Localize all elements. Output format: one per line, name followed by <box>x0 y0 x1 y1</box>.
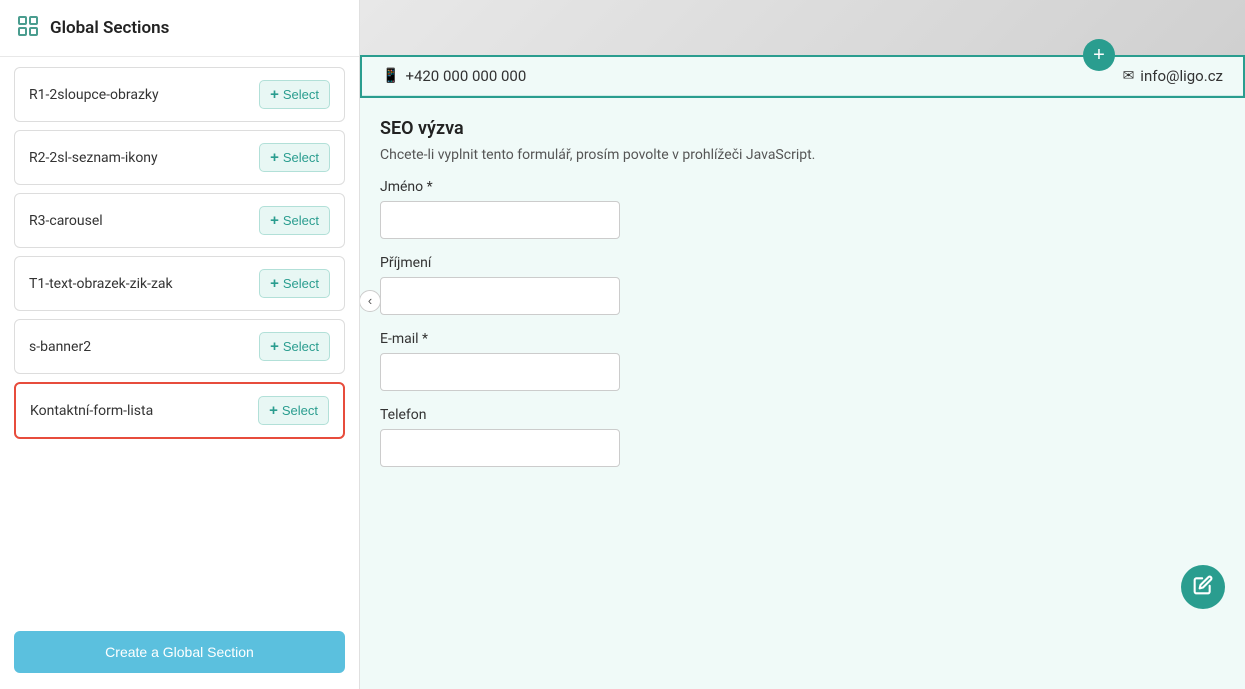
sidebar-item-name: R1-2sloupce-obrazky <box>29 87 159 103</box>
sidebar-item-banner[interactable]: s-banner2 + Select <box>14 319 345 374</box>
label-telefon: Telefon <box>380 407 1225 423</box>
collapse-icon: ‹ <box>368 293 372 308</box>
edit-icon <box>1193 575 1213 600</box>
sidebar-item-t1[interactable]: T1-text-obrazek-zik-zak + Select <box>14 256 345 311</box>
create-global-section-button[interactable]: Create a Global Section <box>14 631 345 673</box>
plus-icon: + <box>269 402 278 419</box>
sidebar-item-r2[interactable]: R2-2sl-seznam-ikony + Select <box>14 130 345 185</box>
input-jmeno[interactable] <box>380 201 620 239</box>
label-prijmeni: Příjmení <box>380 255 1225 271</box>
plus-icon: + <box>270 86 279 103</box>
phone-contact: 📱 +420 000 000 000 <box>382 67 526 85</box>
phone-number: +420 000 000 000 <box>405 67 526 85</box>
select-label: Select <box>283 87 319 102</box>
plus-icon: + <box>270 275 279 292</box>
add-icon: + <box>1093 44 1105 67</box>
field-prijmeni: Příjmení <box>380 255 1225 315</box>
input-email[interactable] <box>380 353 620 391</box>
add-section-button[interactable]: + <box>1083 39 1115 71</box>
main-content: + 📱 +420 000 000 000 ✉ info@ligo.cz ‹ SE… <box>360 0 1245 689</box>
field-email: E-mail * <box>380 331 1225 391</box>
sidebar-item-r1[interactable]: R1-2sloupce-obrazky + Select <box>14 67 345 122</box>
sidebar-item-name: s-banner2 <box>29 339 91 355</box>
select-button-r3[interactable]: + Select <box>259 206 330 235</box>
sidebar-item-r3[interactable]: R3-carousel + Select <box>14 193 345 248</box>
form-section: SEO výzva Chcete-li vyplnit tento formul… <box>360 98 1245 503</box>
phone-icon: 📱 <box>382 68 399 84</box>
input-prijmeni[interactable] <box>380 277 620 315</box>
select-button-banner[interactable]: + Select <box>259 332 330 361</box>
select-label: Select <box>283 150 319 165</box>
plus-icon: + <box>270 338 279 355</box>
field-telefon: Telefon <box>380 407 1225 467</box>
form-section-title: SEO výzva <box>380 118 1225 139</box>
plus-icon: + <box>270 149 279 166</box>
select-button-t1[interactable]: + Select <box>259 269 330 298</box>
email-address: info@ligo.cz <box>1140 67 1223 85</box>
select-label: Select <box>283 339 319 354</box>
sidebar: Global Sections R1-2sloupce-obrazky + Se… <box>0 0 360 689</box>
select-button-r1[interactable]: + Select <box>259 80 330 109</box>
email-icon: ✉ <box>1123 68 1135 84</box>
form-note: Chcete-li vyplnit tento formulář, prosím… <box>380 147 1225 163</box>
sidebar-item-name: T1-text-obrazek-zik-zak <box>29 276 173 292</box>
sidebar-item-name: R3-carousel <box>29 213 103 229</box>
edit-fab-button[interactable] <box>1181 565 1225 609</box>
sidebar-list: R1-2sloupce-obrazky + Select R2-2sl-sezn… <box>0 57 359 621</box>
plus-icon: + <box>270 212 279 229</box>
select-button-kontaktni[interactable]: + Select <box>258 396 329 425</box>
sidebar-title: Global Sections <box>50 18 169 38</box>
select-label: Select <box>283 213 319 228</box>
select-label: Select <box>283 276 319 291</box>
sidebar-header: Global Sections <box>0 0 359 57</box>
email-contact: ✉ info@ligo.cz <box>1123 67 1223 85</box>
grid-icon <box>16 14 40 42</box>
sidebar-item-name: R2-2sl-seznam-ikony <box>29 150 158 166</box>
input-telefon[interactable] <box>380 429 620 467</box>
label-email: E-mail * <box>380 331 1225 347</box>
sidebar-item-kontaktni[interactable]: Kontaktní-form-lista + Select <box>14 382 345 439</box>
select-label: Select <box>282 403 318 418</box>
sidebar-item-name: Kontaktní-form-lista <box>30 403 153 419</box>
collapse-button[interactable]: ‹ <box>360 290 381 312</box>
label-jmeno: Jméno * <box>380 179 1225 195</box>
field-jmeno: Jméno * <box>380 179 1225 239</box>
select-button-r2[interactable]: + Select <box>259 143 330 172</box>
